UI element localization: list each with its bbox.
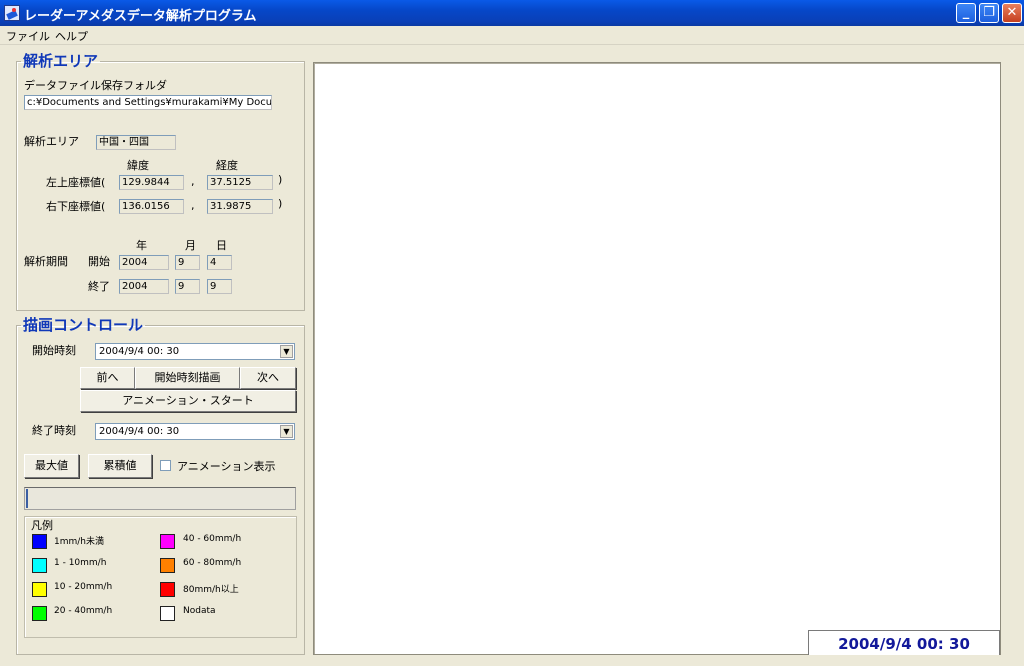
end-time-value: 2004/9/4 00: 30: [99, 426, 180, 437]
legend-swatch-under-1: [32, 534, 47, 549]
start-time-label: 開始時刻: [32, 344, 76, 357]
restore-button[interactable]: ❐: [979, 3, 999, 23]
legend-label-1-10: 1 - 10mm/h: [54, 558, 107, 568]
upper-left-lat-field[interactable]: 129.9844: [119, 175, 184, 190]
comma-1: ,: [191, 175, 195, 188]
start-time-value: 2004/9/4 00: 30: [99, 346, 180, 357]
minimize-button[interactable]: _: [956, 3, 976, 23]
end-day-field[interactable]: 9: [207, 279, 232, 294]
end-time-combo[interactable]: 2004/9/4 00: 30 ▼: [95, 423, 295, 440]
cumulative-value-button[interactable]: 累積値: [88, 454, 152, 478]
legend-swatch-1-10: [32, 558, 47, 573]
max-value-button[interactable]: 最大値: [24, 454, 79, 478]
legend-title: 凡例: [31, 519, 53, 532]
next-button[interactable]: 次へ: [240, 367, 296, 389]
comma-2: ,: [191, 199, 195, 212]
legend-swatch-80-over: [160, 582, 175, 597]
legend-label-20-40: 20 - 40mm/h: [54, 606, 113, 616]
legend-swatch-40-60: [160, 534, 175, 549]
chevron-down-icon[interactable]: ▼: [280, 425, 293, 438]
legend-swatch-nodata: [160, 606, 175, 621]
legend-label-60-80: 60 - 80mm/h: [183, 558, 242, 568]
start-label: 開始: [88, 255, 110, 268]
end-month-field[interactable]: 9: [175, 279, 200, 294]
animation-display-checkbox[interactable]: [160, 460, 171, 471]
chevron-down-icon[interactable]: ▼: [280, 345, 293, 358]
app-icon[interactable]: [4, 5, 20, 21]
longitude-header: 経度: [216, 159, 238, 172]
upper-left-lon-field[interactable]: 37.5125: [207, 175, 273, 190]
upper-left-label: 左上座標値(: [46, 176, 106, 189]
legend-label-under-1: 1mm/h未満: [54, 537, 104, 547]
end-time-label: 終了時刻: [32, 424, 76, 437]
end-label: 終了: [88, 280, 110, 293]
legend-swatch-20-40: [32, 606, 47, 621]
area-label: 解析エリア: [24, 135, 79, 148]
period-label: 解析期間: [24, 255, 68, 268]
legend-swatch-10-20: [32, 582, 47, 597]
drawing-canvas[interactable]: [313, 62, 1001, 655]
lower-right-lon-field[interactable]: 31.9875: [207, 199, 273, 214]
legend-label-40-60: 40 - 60mm/h: [183, 534, 242, 544]
analysis-area-group-title: 解析エリア: [23, 52, 99, 70]
legend-label-nodata: Nodata: [183, 606, 216, 616]
close-paren-2: ): [278, 197, 283, 210]
folder-label: データファイル保存フォルダ: [24, 79, 167, 92]
current-time-display: 2004/9/4 00: 30: [808, 630, 1000, 655]
year-header: 年: [136, 239, 147, 252]
draw-start-time-button[interactable]: 開始時刻描画: [135, 367, 240, 389]
draw-control-group-title: 描画コントロール: [23, 316, 144, 334]
day-header: 日: [216, 239, 227, 252]
start-day-field[interactable]: 4: [207, 255, 232, 270]
close-paren-1: ): [278, 173, 283, 186]
menu-help[interactable]: ヘルプ: [55, 28, 88, 44]
lower-right-label: 右下座標値(: [46, 200, 106, 213]
month-header: 月: [185, 239, 196, 252]
legend-label-10-20: 10 - 20mm/h: [54, 582, 113, 592]
window-title: レーダーアメダスデータ解析プログラム: [24, 9, 257, 24]
close-button[interactable]: ✕: [1002, 3, 1022, 23]
menu-file[interactable]: ファイル: [6, 28, 50, 44]
legend-label-80-over: 80mm/h以上: [183, 585, 239, 595]
lower-right-lat-field[interactable]: 136.0156: [119, 199, 184, 214]
area-field[interactable]: 中国・四国: [96, 135, 176, 150]
animation-start-button[interactable]: アニメーション・スタート: [80, 390, 296, 412]
latitude-header: 緯度: [127, 159, 149, 172]
start-year-field[interactable]: 2004: [119, 255, 169, 270]
folder-path-field[interactable]: c:¥Documents and Settings¥murakami¥My Do…: [24, 95, 272, 110]
end-year-field[interactable]: 2004: [119, 279, 169, 294]
progress-bar: [24, 487, 296, 510]
menu-bar: ファイル ヘルプ: [0, 26, 1024, 45]
start-time-combo[interactable]: 2004/9/4 00: 30 ▼: [95, 343, 295, 360]
animation-display-label: アニメーション表示: [177, 460, 276, 473]
legend-swatch-60-80: [160, 558, 175, 573]
title-bar[interactable]: レーダーアメダスデータ解析プログラム _ ❐ ✕: [0, 0, 1024, 26]
prev-button[interactable]: 前へ: [80, 367, 135, 389]
start-month-field[interactable]: 9: [175, 255, 200, 270]
